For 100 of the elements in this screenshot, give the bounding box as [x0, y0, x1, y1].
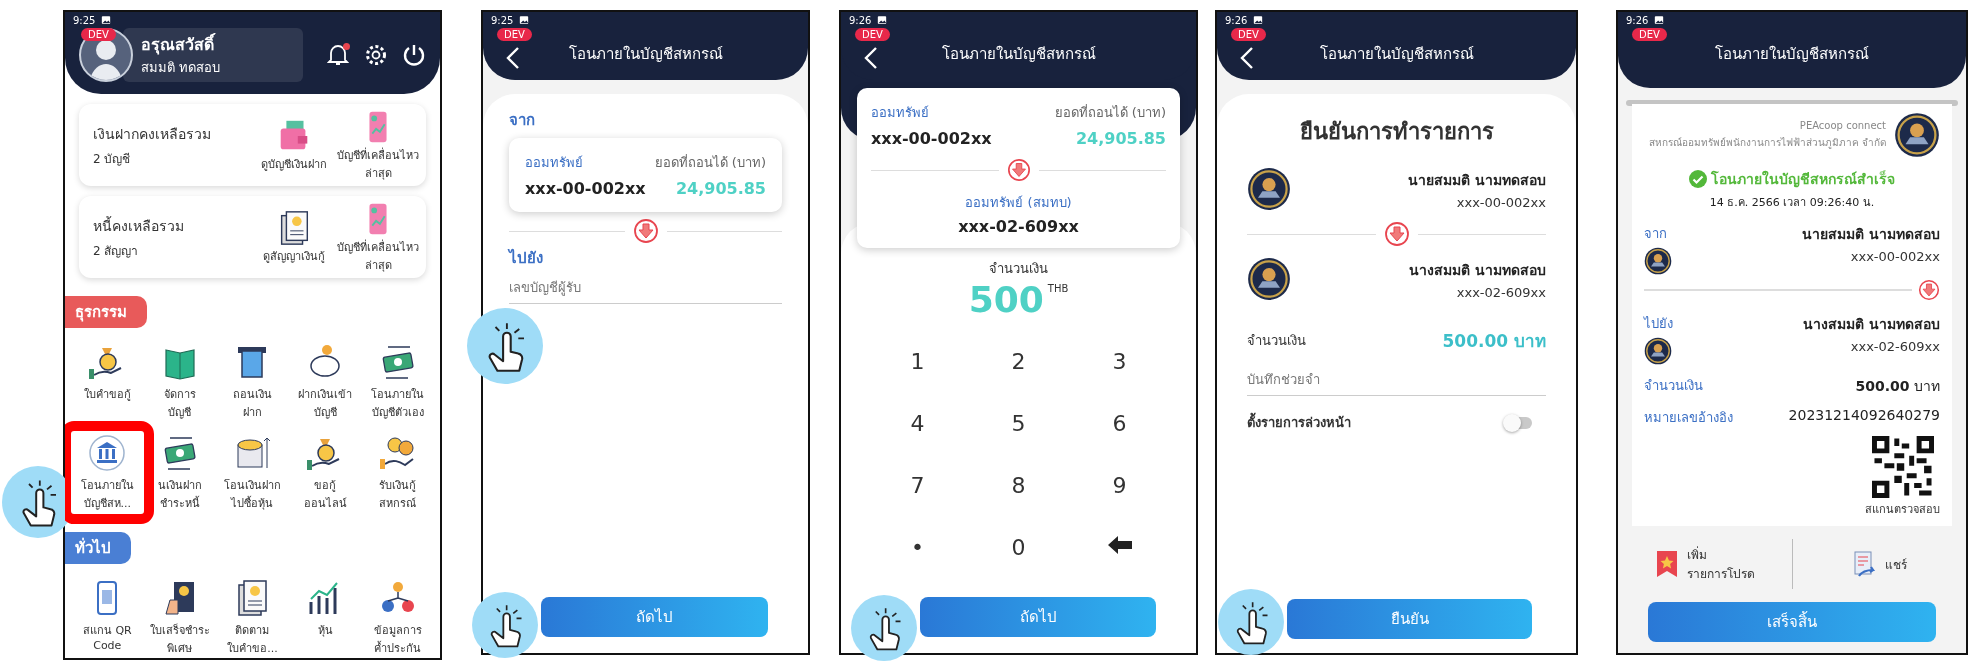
seal-icon: [1644, 247, 1672, 275]
qr-code-icon: [1871, 436, 1934, 498]
screen-title: โอนภายในบัญชีสหกรณ์: [1319, 44, 1474, 65]
summary-count: 2 สัญญา: [93, 242, 140, 260]
account-number: xxx-02-609xx: [1850, 339, 1940, 354]
amount-value: 500: [968, 279, 1044, 320]
keypad-key[interactable]: •: [901, 530, 934, 564]
amount-value: 500.00 บาท: [1442, 330, 1546, 353]
account-name: นายสมมติ นามทดสอบ: [1802, 225, 1940, 244]
schedule-label: ตั้งรายการล่วงหน้า: [1247, 412, 1351, 433]
check-circle-icon: [1689, 170, 1707, 188]
summary-action[interactable]: บัญชีที่เคลื่อนไหว ล่าสุด: [336, 108, 420, 182]
keypad-key[interactable]: 4: [900, 406, 935, 440]
share-document-icon: [1851, 550, 1878, 578]
arrow-down-icon: [1006, 158, 1031, 182]
account-number: xxx-00-002xx: [871, 129, 992, 148]
schedule-toggle[interactable]: [1506, 416, 1532, 429]
timestamp: 14 ธ.ค. 2566 เวลา 09:26:40 น.: [1709, 195, 1875, 211]
seal-icon: [1247, 257, 1291, 301]
summary-title: เงินฝากคงเหลือรวม: [93, 124, 212, 144]
keypad-key[interactable]: 9: [1102, 468, 1137, 502]
party-label: ไปยัง: [1644, 315, 1673, 333]
balance-amount: 24,905.85: [674, 179, 766, 198]
account-number: xxx-02-609xx: [1456, 284, 1546, 300]
bookmark-star-icon: [1654, 550, 1679, 578]
keypad-key[interactable]: 2: [1001, 344, 1036, 378]
party-label: จาก: [1644, 225, 1668, 243]
summary-action[interactable]: ดูบัญชีเงินฝาก: [252, 117, 336, 173]
image-icon: [1253, 15, 1264, 25]
image-icon: [877, 15, 888, 25]
status-time: 9:26: [1626, 14, 1649, 26]
keypad-key[interactable]: 3: [1102, 344, 1137, 378]
keypad-key[interactable]: 8: [1001, 468, 1036, 502]
section-header: ทั่วไป: [65, 532, 131, 564]
account-number: xxx-00-002xx: [525, 179, 646, 198]
image-icon: [519, 15, 530, 25]
from-label: จาก: [509, 110, 535, 131]
status-time: 9:25: [73, 14, 96, 26]
account-name: นางสมมติ นามทดสอบ: [1803, 315, 1940, 334]
bell-icon[interactable]: [326, 43, 350, 67]
screen-title: โอนภายในบัญชีสหกรณ์: [568, 44, 723, 65]
detail-label: จำนวนเงิน: [1644, 377, 1703, 395]
env-badge: DEV: [855, 28, 890, 41]
summary-action[interactable]: บัญชีที่เคลื่อนไหว ล่าสุด: [336, 200, 420, 274]
account-name: นายสมมติ นามทดสอบ: [1408, 170, 1546, 190]
greeting: อรุณสวัสดิ์: [141, 32, 217, 57]
arrow-down-icon: [1383, 221, 1410, 247]
favorite-button[interactable]: เพิ่ม รายการโปรด: [1618, 544, 1792, 584]
image-icon: [1654, 15, 1665, 25]
currency: THB: [1047, 283, 1069, 294]
summary-title: หนี้คงเหลือรวม: [93, 215, 185, 236]
to-label: ไปยัง: [509, 247, 543, 269]
keypad-key[interactable]: 5: [1001, 406, 1036, 440]
keypad-key[interactable]: 7: [900, 468, 935, 502]
power-icon[interactable]: [402, 43, 426, 67]
settings-icon[interactable]: [364, 43, 388, 67]
user-name: สมมติ ทดสอบ: [141, 59, 222, 77]
detail-value: 20231214092640279: [1788, 407, 1940, 425]
account-type: ออมทรัพย์ (สมทบ): [965, 194, 1072, 212]
account-type: ออมทรัพย์: [525, 154, 584, 172]
env-badge: DEV: [1231, 28, 1266, 41]
balance-amount: 24,905.85: [1074, 129, 1166, 148]
balance-label: ยอดที่ถอนได้ (บาท): [1054, 103, 1166, 122]
summary-action[interactable]: ดูสัญญาเงินกู้: [252, 209, 336, 265]
keypad-key[interactable]: 1: [900, 344, 935, 378]
account-name: นางสมมติ นามทดสอบ: [1409, 260, 1546, 280]
keypad-key[interactable]: 0: [1001, 530, 1036, 564]
arrow-down-icon: [1918, 279, 1940, 301]
keypad-key[interactable]: 6: [1102, 406, 1137, 440]
status-time: 9:26: [849, 14, 872, 26]
env-badge: DEV: [497, 28, 532, 41]
summary-count: 2 บัญชี: [93, 150, 132, 168]
seal-icon: [1644, 337, 1672, 365]
account-number-field[interactable]: เลขบัญชีผู้รับ: [509, 272, 782, 304]
confirm-heading: ยืนยันการทำรายการ: [1299, 118, 1494, 146]
screen-title: โอนภายในบัญชีสหกรณ์: [1715, 44, 1869, 65]
amount-label: จำนวนเงิน: [1247, 332, 1306, 350]
qr-caption: สแกนตรวจสอบ: [1865, 502, 1940, 518]
seal-icon: [1894, 112, 1940, 158]
status-time: 9:26: [1225, 14, 1248, 26]
image-icon: [101, 15, 112, 25]
env-badge: DEV: [81, 28, 116, 41]
organization-name: สหกรณ์ออมทรัพย์พนักงานการไฟฟ้าส่วนภูมิภาค จำกัด: [1648, 136, 1886, 150]
detail-value: 500.00 บาท: [1855, 377, 1940, 396]
memo-field[interactable]: บันทึกช่วยจำ: [1247, 364, 1546, 396]
seal-icon: [1247, 167, 1291, 211]
bank-icon: [87, 433, 128, 473]
brand-name: PEAcoop connect: [1799, 120, 1886, 131]
account-number: xxx-00-002xx: [1456, 194, 1546, 210]
section-header: ธุรกรรม: [65, 296, 147, 328]
balance-label: ยอดที่ถอนได้ (บาท): [654, 153, 766, 172]
account-number: xxx-00-002xx: [1850, 249, 1940, 264]
status-time: 9:25: [491, 14, 514, 26]
success-message: โอนภายในบัญชีสหกรณ์สำเร็จ: [1711, 169, 1895, 190]
amount-label: จำนวนเงิน: [989, 260, 1048, 278]
share-button[interactable]: แชร์: [1792, 549, 1966, 579]
account-number: xxx-02-609xx: [958, 217, 1079, 236]
account-type: ออมทรัพย์: [871, 104, 930, 122]
arrow-down-icon: [632, 218, 659, 244]
screen-title: โอนภายในบัญชีสหกรณ์: [941, 44, 1096, 65]
